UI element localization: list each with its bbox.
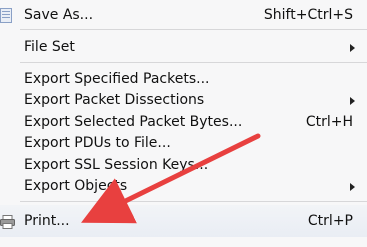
menu-item-label: Export Objects <box>24 178 128 194</box>
menu-item-label: Export Packet Dissections <box>24 92 205 108</box>
menu-item-export-objects[interactable]: Export Objects <box>0 176 367 197</box>
menu-item-save-as[interactable]: Save As... Shift+Ctrl+S <box>0 5 367 26</box>
menu-item-export-specified-packets[interactable]: Export Specified Packets... <box>0 69 367 90</box>
menu-item-label: Save As... <box>24 7 94 23</box>
file-menu: Save As... Shift+Ctrl+S File Set Export … <box>0 0 367 247</box>
submenu-arrow-icon <box>350 97 355 105</box>
menu-item-label: Print... <box>24 213 70 229</box>
menu-separator <box>20 62 367 63</box>
menu-item-label: Export SSL Session Keys... <box>24 157 209 173</box>
save-document-icon <box>0 8 12 23</box>
submenu-arrow-icon <box>350 44 355 52</box>
menu-item-export-ssl-session-keys[interactable]: Export SSL Session Keys... <box>0 155 367 176</box>
menu-item-export-pdus[interactable]: Export PDUs to File... <box>0 133 367 154</box>
menu-item-label: Export Selected Packet Bytes... <box>24 114 243 130</box>
menu-item-label: Export Specified Packets... <box>24 71 210 87</box>
menu-item-shortcut: Shift+Ctrl+S <box>263 7 353 23</box>
menu-item-export-selected-packet-bytes[interactable]: Export Selected Packet Bytes... Ctrl+H <box>0 112 367 133</box>
menu-item-label: File Set <box>24 39 75 55</box>
printer-icon <box>0 215 15 229</box>
menu-item-shortcut: Ctrl+P <box>307 213 353 229</box>
menu-separator <box>20 201 367 202</box>
menu-item-export-packet-dissections[interactable]: Export Packet Dissections <box>0 90 367 111</box>
menu-item-label: Export PDUs to File... <box>24 135 171 151</box>
menu-separator <box>20 29 367 30</box>
menu-item-shortcut: Ctrl+H <box>305 114 353 130</box>
menu-item-print[interactable]: Print... Ctrl+P <box>0 211 367 232</box>
submenu-arrow-icon <box>350 183 355 191</box>
menu-item-file-set[interactable]: File Set <box>0 37 367 58</box>
